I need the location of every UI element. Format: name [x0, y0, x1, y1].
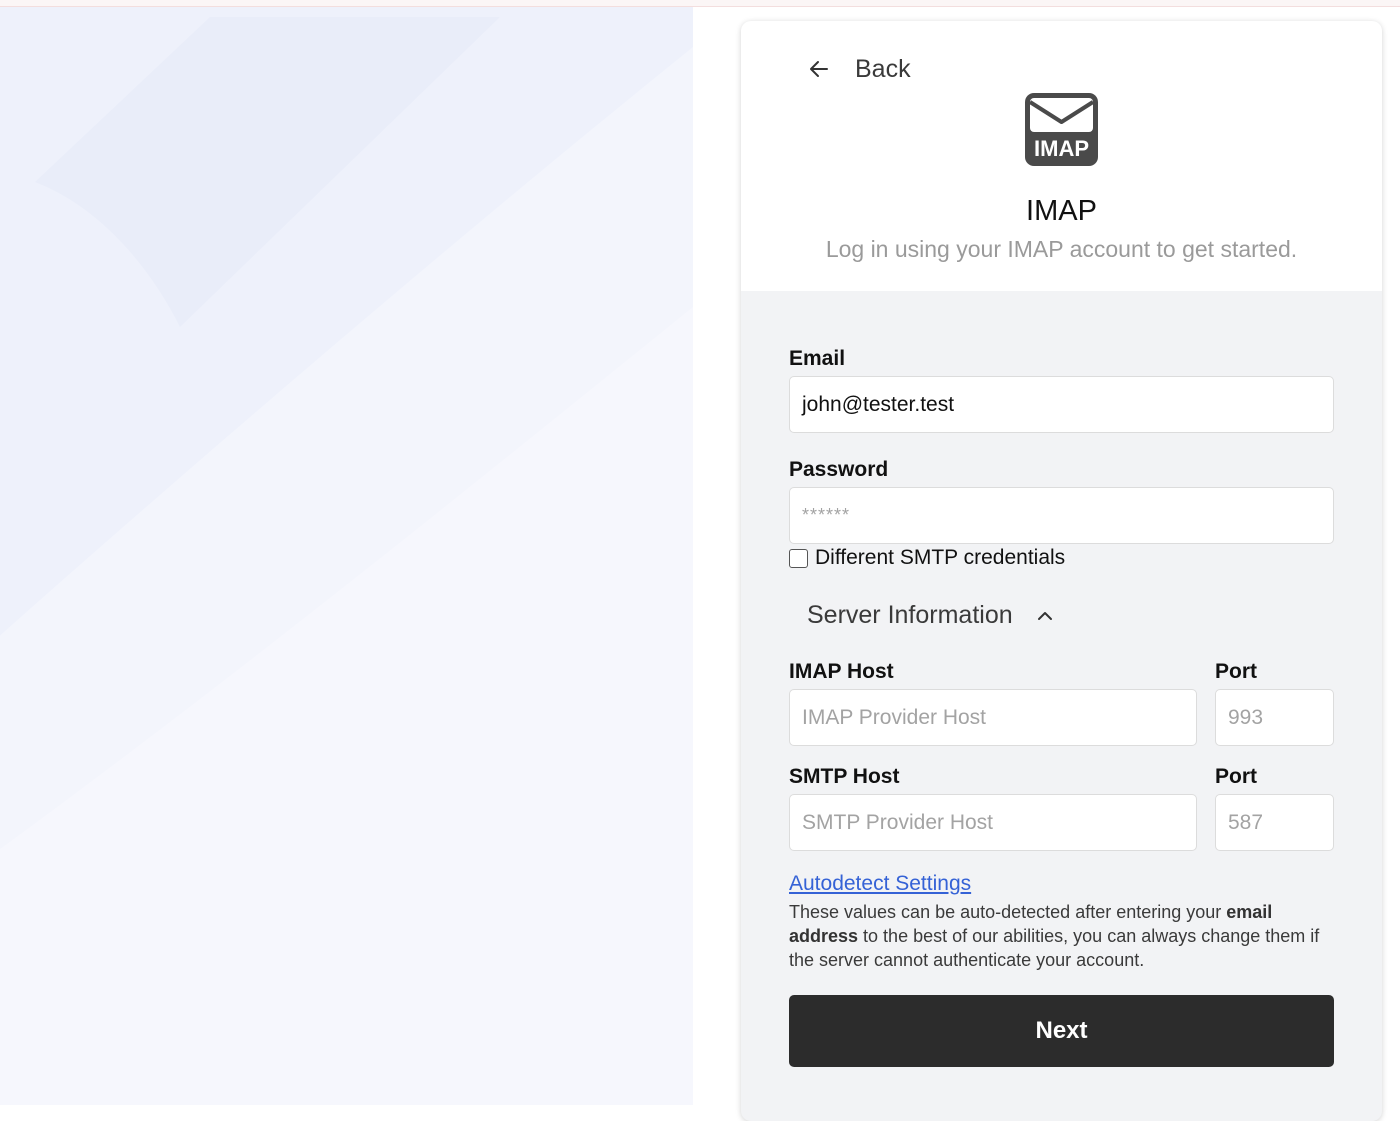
next-button[interactable]: Next	[789, 995, 1334, 1067]
autodetect-settings-link[interactable]: Autodetect Settings	[789, 872, 971, 896]
imap-host-input[interactable]: IMAP Provider Host	[789, 689, 1197, 746]
card-header: Back IMAP IMAP Log in using your IMAP ac…	[741, 21, 1382, 291]
smtp-host-input[interactable]: SMTP Provider Host	[789, 794, 1197, 851]
smtp-port-input[interactable]: 587	[1215, 794, 1334, 851]
smtp-credentials-checkbox[interactable]	[789, 548, 808, 568]
email-label: Email	[789, 347, 846, 370]
help-text-part-1: These values can be auto-detected after …	[789, 902, 1227, 922]
smtp-credentials-label: Different SMTP credentials	[815, 546, 1066, 569]
server-information-toggle[interactable]: Server Information	[807, 601, 1055, 630]
help-text-part-2: to the best of our abilities, you can al…	[789, 926, 1320, 970]
login-card: Back IMAP IMAP Log in using your IMAP ac…	[741, 21, 1382, 1121]
background-shapes	[0, 17, 693, 1105]
logo-text: IMAP	[1034, 136, 1089, 161]
back-button[interactable]: Back	[807, 53, 911, 85]
top-strip	[0, 0, 1400, 7]
decorative-background	[0, 7, 693, 1105]
imap-port-input[interactable]: 993	[1215, 689, 1334, 746]
email-field[interactable]: john@tester.test	[789, 376, 1334, 433]
chevron-up-icon	[1037, 611, 1052, 620]
password-label: Password	[789, 458, 889, 481]
back-label: Back	[855, 54, 911, 83]
page-title: IMAP	[1026, 195, 1097, 227]
arrow-left-icon	[810, 61, 828, 77]
autodetect-help-text: These values can be auto-detected after …	[789, 900, 1334, 972]
server-information-label: Server Information	[807, 601, 1013, 629]
page-subtitle: Log in using your IMAP account to get st…	[825, 236, 1298, 262]
smtp-credentials-option[interactable]: Different SMTP credentials	[789, 546, 1065, 570]
imap-port-label: Port	[1215, 660, 1257, 683]
smtp-host-label: SMTP Host	[789, 765, 900, 788]
envelope-imap-icon: IMAP	[1025, 93, 1098, 166]
password-field[interactable]: ******	[789, 487, 1334, 544]
imap-host-label: IMAP Host	[789, 660, 894, 683]
smtp-port-label: Port	[1215, 765, 1257, 788]
